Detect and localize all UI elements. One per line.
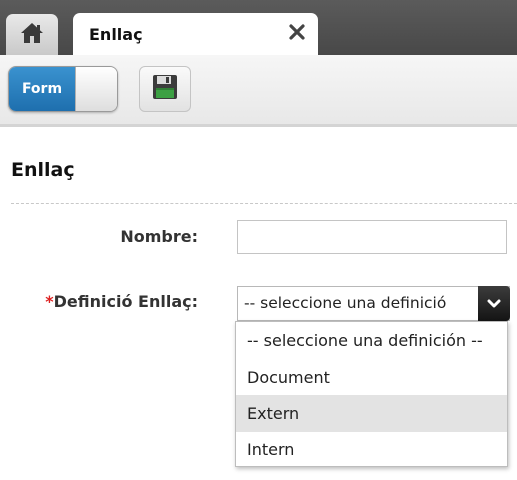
section-title: Enllaç: [11, 159, 75, 181]
dropdown-option-intern[interactable]: Intern: [236, 431, 507, 468]
form-mode-toggle[interactable]: Form: [8, 66, 118, 112]
dropdown-option-document[interactable]: Document: [236, 359, 507, 396]
tab-label: Enllaç: [89, 25, 143, 44]
select-value: -- seleccione una definició: [244, 294, 447, 312]
nombre-label: Nombre:: [120, 227, 198, 246]
dropdown-option-placeholder[interactable]: -- seleccione una definición --: [236, 322, 507, 359]
save-button[interactable]: [139, 66, 191, 112]
nombre-input[interactable]: [237, 220, 507, 254]
tab-enllac[interactable]: Enllaç: [73, 13, 318, 55]
toggle-knob: [75, 67, 117, 111]
toolbar-divider: [0, 124, 517, 127]
chevron-down-icon[interactable]: [478, 286, 510, 321]
required-marker: *: [45, 292, 54, 311]
home-icon: [20, 22, 44, 48]
floppy-disk-icon: [152, 74, 178, 104]
dropdown-option-extern[interactable]: Extern: [236, 395, 507, 432]
tab-home[interactable]: [6, 14, 58, 55]
definicio-dropdown-list: -- seleccione una definición -- Document…: [235, 321, 508, 467]
form-toggle-label: Form: [9, 67, 75, 111]
section-divider: [11, 203, 517, 204]
definicio-label-wrap: *Definició Enllaç:: [45, 292, 198, 311]
definicio-label: Definició Enllaç:: [53, 292, 198, 311]
close-icon[interactable]: [286, 21, 308, 43]
tab-bar: Enllaç: [0, 0, 517, 55]
definicio-select[interactable]: -- seleccione una definició: [237, 286, 510, 321]
